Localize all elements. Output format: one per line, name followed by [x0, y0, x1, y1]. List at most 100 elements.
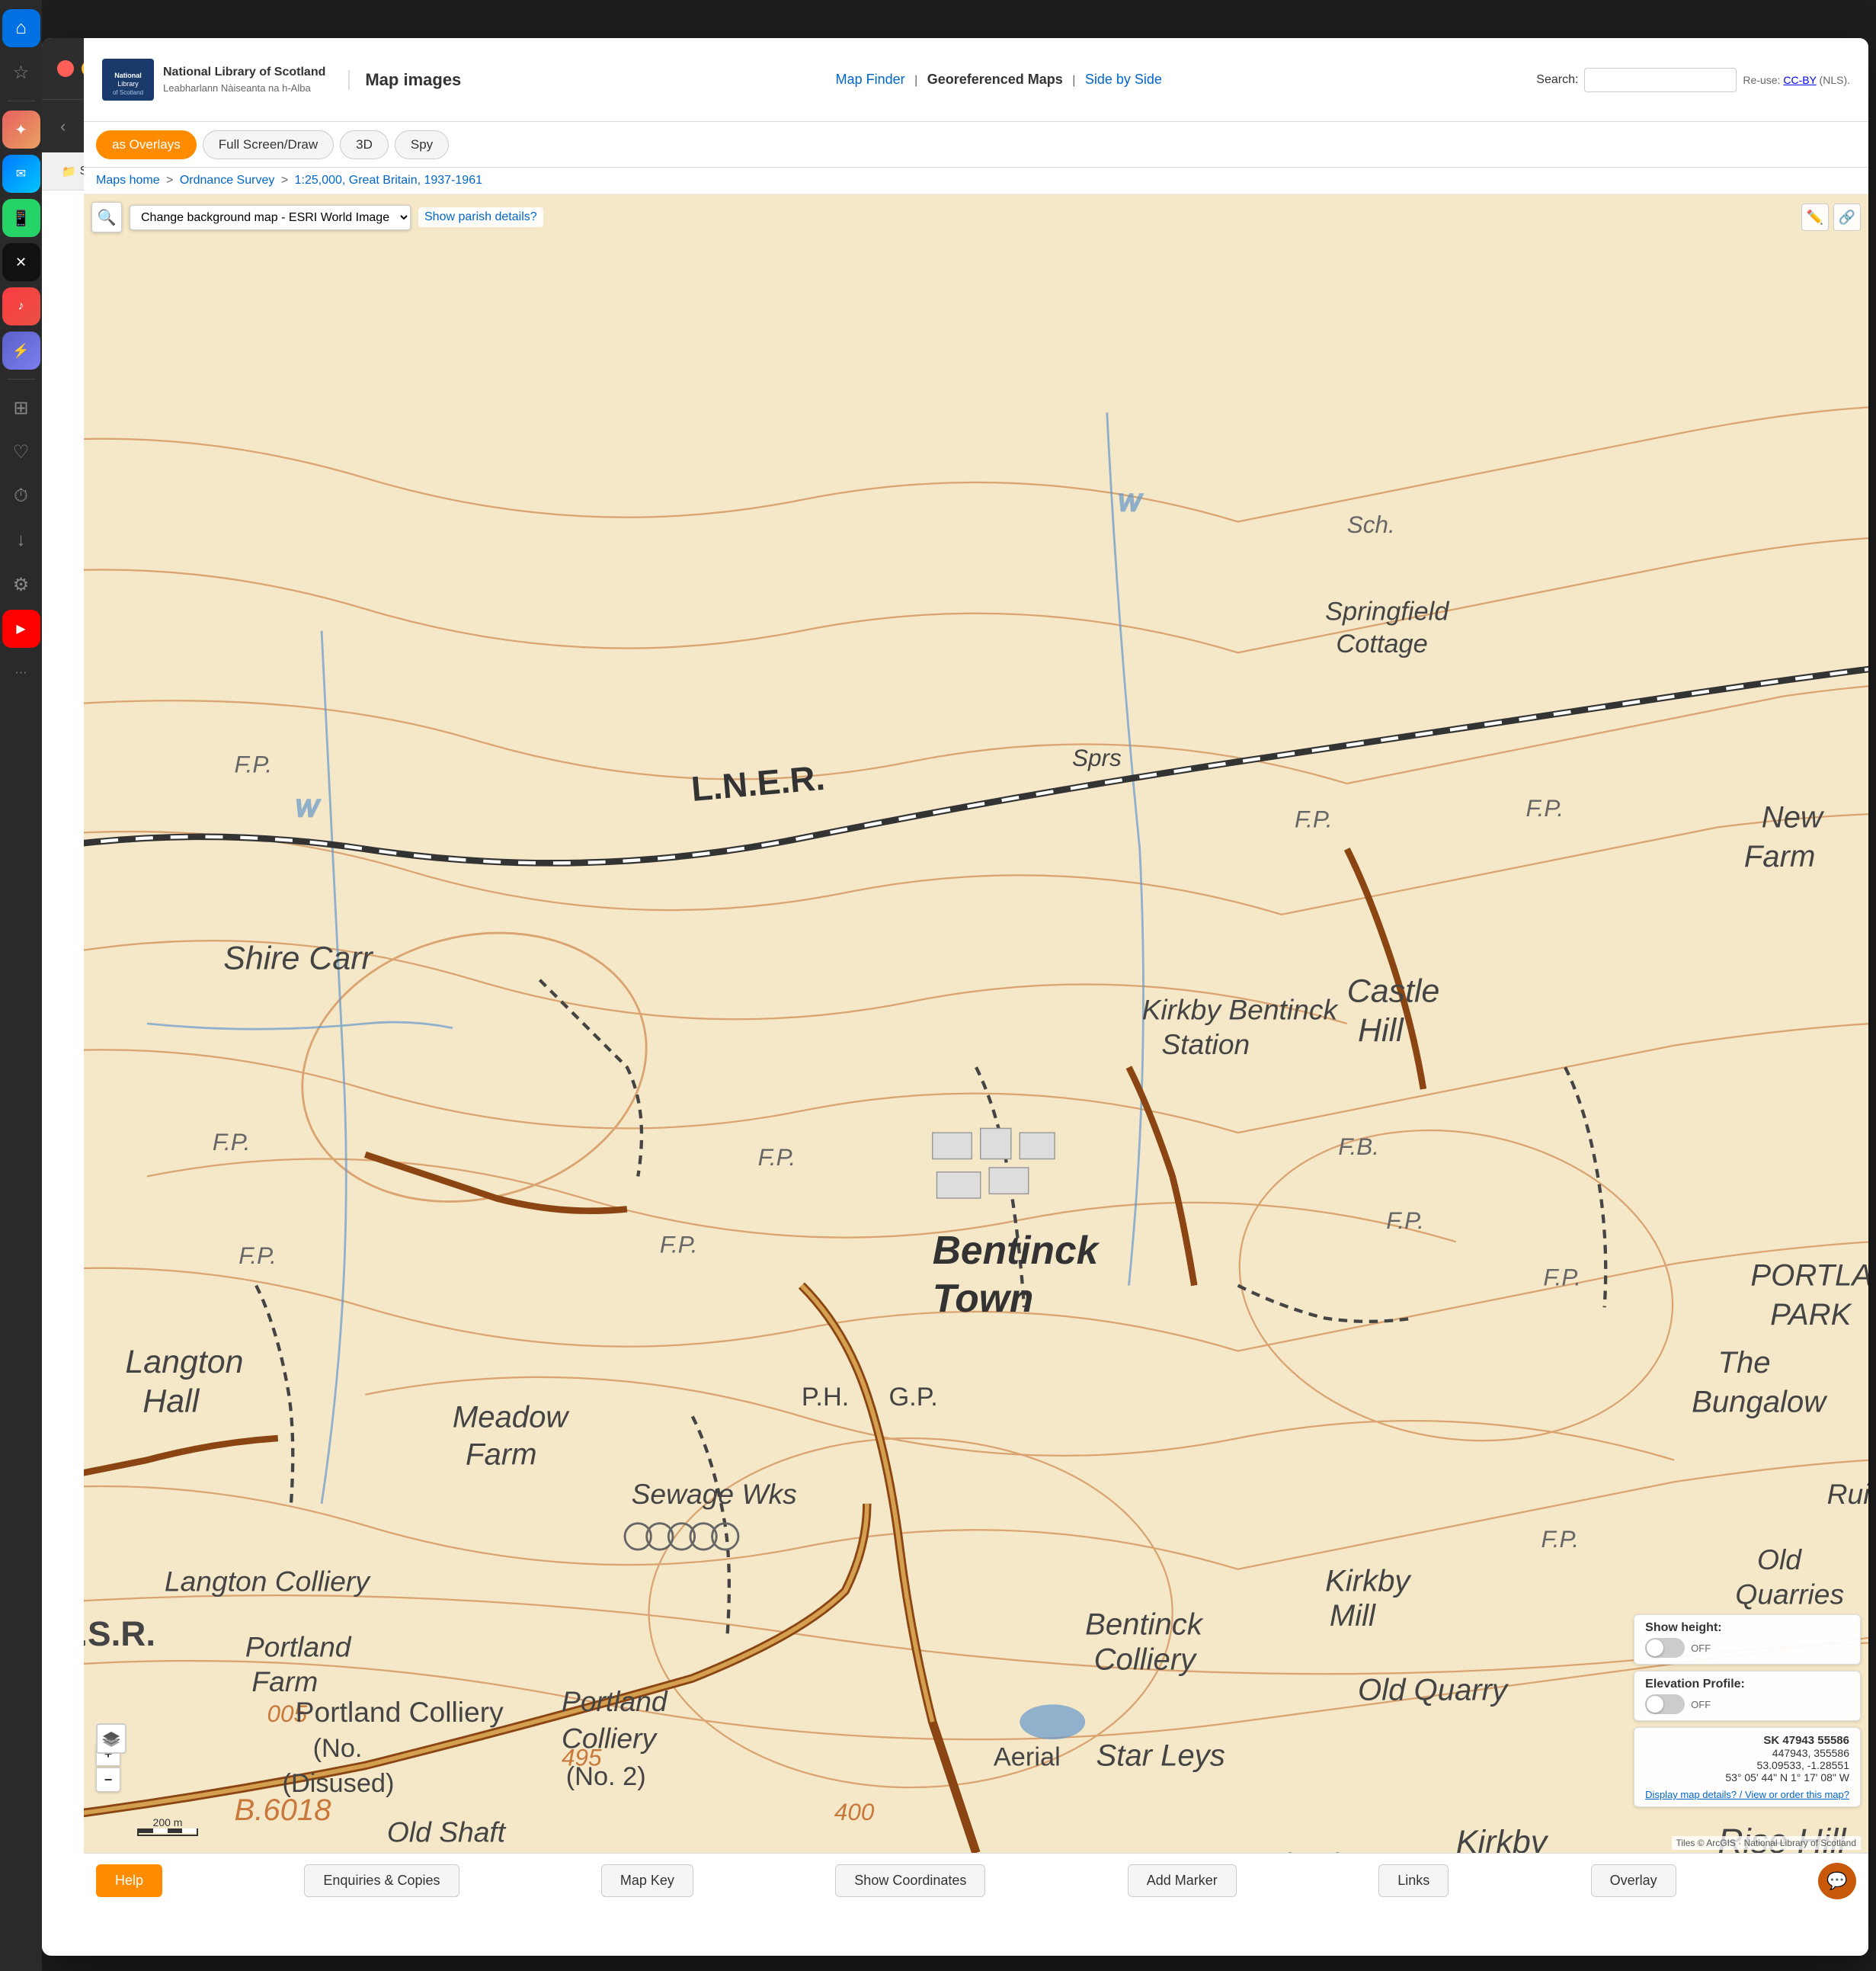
search-input[interactable] [1584, 68, 1737, 92]
scale-label: 200 m [153, 1816, 183, 1828]
svg-text:Colliery: Colliery [562, 1723, 658, 1755]
map-info-panel: Show height: OFF Elevation Profile: [1634, 1614, 1861, 1807]
add-marker-button[interactable]: Add Marker [1128, 1864, 1237, 1897]
section-title: Map images [348, 70, 461, 90]
svg-text:Shire Carr: Shire Carr [223, 940, 373, 976]
svg-text:F.P.: F.P. [1295, 805, 1333, 832]
svg-text:PARK: PARK [1770, 1298, 1852, 1332]
coordinates-panel: SK 47943 55586 447943, 355586 53.09533, … [1634, 1727, 1861, 1807]
nls-logo-text: National Library of Scotland Leabharlann… [163, 64, 325, 96]
sidebar-icon-home[interactable]: ⌂ [2, 9, 40, 47]
svg-text:Cottage: Cottage [1336, 630, 1427, 659]
svg-text:B.6018: B.6018 [235, 1793, 332, 1827]
svg-text:Library: Library [117, 80, 139, 88]
svg-text:F.P.: F.P. [1526, 794, 1564, 822]
3d-button[interactable]: 3D [340, 130, 389, 159]
sidebar-icon-youtube[interactable]: ▶ [2, 610, 40, 648]
svg-text:Wharf: Wharf [1255, 1848, 1340, 1853]
elevation-toggle-track[interactable] [1645, 1694, 1685, 1714]
svg-text:P.H.: P.H. [802, 1383, 849, 1412]
spy-button[interactable]: Spy [395, 130, 449, 159]
nav-sep1: | [914, 74, 921, 87]
svg-text:Old Shaft: Old Shaft [387, 1816, 507, 1848]
svg-text:(Coal): (Coal) [400, 1851, 477, 1853]
help-button[interactable]: Help [96, 1864, 162, 1897]
cc-by-link[interactable]: CC-BY [1783, 74, 1816, 86]
map-search-button[interactable]: 🔍 [91, 202, 122, 232]
svg-text:W: W [296, 794, 321, 822]
sidebar-icon-download[interactable]: ↓ [2, 521, 40, 559]
svg-text:F.P.: F.P. [758, 1143, 796, 1171]
map-container[interactable]: 400 005 495 W W [84, 194, 1868, 1853]
svg-text:G.P.: G.P. [888, 1383, 937, 1412]
height-toggle-track[interactable] [1645, 1638, 1685, 1658]
height-toggle-state: OFF [1691, 1642, 1711, 1654]
sidebar-icon-heart[interactable]: ♡ [2, 433, 40, 471]
sidebar-icon-bookmarks[interactable]: ☆ [2, 53, 40, 91]
map-details-link[interactable]: Display map details? / View or order thi… [1645, 1789, 1849, 1800]
nls-logo-image: National Library of Scotland [102, 59, 154, 101]
pencil-tool-button[interactable]: ✏️ [1801, 204, 1829, 231]
links-button[interactable]: Links [1378, 1864, 1449, 1897]
show-height-toggle[interactable]: OFF [1645, 1638, 1849, 1658]
svg-text:Station: Station [1161, 1028, 1250, 1060]
breadcrumb-survey[interactable]: Ordnance Survey [180, 174, 275, 187]
map-key-button[interactable]: Map Key [601, 1864, 693, 1897]
overlay-button[interactable]: Overlay [1591, 1864, 1676, 1897]
overlays-button[interactable]: as Overlays [96, 130, 197, 159]
svg-text:Old: Old [1757, 1543, 1802, 1575]
svg-text:Castle: Castle [1347, 973, 1440, 1009]
svg-text:Langton: Langton [125, 1344, 243, 1380]
svg-text:Farm: Farm [466, 1437, 537, 1471]
sidebar-icon-bolt[interactable]: ⚡ [2, 332, 40, 370]
chat-button[interactable]: 💬 [1818, 1863, 1856, 1899]
breadcrumb: Maps home > Ordnance Survey > 1:25,000, … [84, 168, 1868, 194]
breadcrumb-sep1: > [166, 174, 177, 187]
back-button[interactable]: ‹ [54, 114, 72, 139]
breadcrumb-home[interactable]: Maps home [96, 174, 160, 187]
nav-georeferenced[interactable]: Georeferenced Maps [927, 72, 1063, 87]
breadcrumb-sep2: > [281, 174, 292, 187]
svg-text:Sewage Wks: Sewage Wks [632, 1478, 797, 1510]
nav-side-by-side[interactable]: Side by Side [1085, 72, 1162, 87]
folder-icon: 📁 [62, 165, 76, 178]
parish-details-link[interactable]: Show parish details? [418, 207, 543, 227]
breadcrumb-series[interactable]: 1:25,000, Great Britain, 1937-1961 [295, 174, 482, 187]
svg-text:PORTLAND: PORTLAND [1750, 1259, 1868, 1293]
svg-text:New: New [1762, 800, 1825, 834]
nav-map-finder[interactable]: Map Finder [836, 72, 905, 87]
background-map-select[interactable]: Change background map - ESRI World Image [130, 205, 411, 230]
svg-text:Town: Town [933, 1276, 1034, 1320]
sidebar-icon-music[interactable]: ♪ [2, 287, 40, 325]
svg-text:400: 400 [834, 1798, 875, 1825]
map-toolbar: as Overlays Full Screen/Draw 3D Spy [84, 122, 1868, 168]
close-button[interactable] [57, 60, 74, 77]
sidebar-icon-clock[interactable]: ⏱ [2, 477, 40, 515]
enquiries-button[interactable]: Enquiries & Copies [304, 1864, 459, 1897]
sidebar-icon-arc[interactable]: ✦ [2, 111, 40, 149]
sidebar-icon-more[interactable]: ··· [2, 654, 40, 692]
sidebar-icon-twitter[interactable]: ✕ [2, 243, 40, 281]
full-screen-button[interactable]: Full Screen/Draw [203, 130, 334, 159]
svg-text:The: The [1718, 1346, 1770, 1380]
svg-text:Hall: Hall [142, 1383, 200, 1420]
sidebar-icon-whatsapp[interactable]: 📱 [2, 199, 40, 237]
sidebar-icon-messenger[interactable]: ✉ [2, 155, 40, 193]
sidebar-icon-settings[interactable]: ⚙ [2, 566, 40, 604]
svg-text:F.P.: F.P. [235, 751, 273, 778]
show-height-panel: Show height: OFF [1634, 1614, 1861, 1665]
svg-text:Mill: Mill [1330, 1599, 1376, 1633]
show-coordinates-button[interactable]: Show Coordinates [835, 1864, 985, 1897]
svg-text:Bungalow: Bungalow [1692, 1386, 1828, 1419]
share-tool-button[interactable]: 🔗 [1833, 204, 1861, 231]
main-content: National Library of Scotland National Li… [84, 38, 1868, 1956]
svg-text:Farm: Farm [1744, 840, 1816, 873]
height-toggle-thumb [1647, 1639, 1663, 1656]
zoom-out-button[interactable]: − [96, 1767, 120, 1792]
svg-text:Sprs: Sprs [1072, 744, 1122, 771]
svg-text:Langton Colliery: Langton Colliery [165, 1565, 371, 1597]
sidebar-icon-grid[interactable]: ⊞ [2, 389, 40, 427]
elevation-toggle[interactable]: OFF [1645, 1694, 1849, 1714]
svg-text:Quarries: Quarries [1735, 1578, 1844, 1610]
layers-button[interactable] [96, 1723, 126, 1754]
